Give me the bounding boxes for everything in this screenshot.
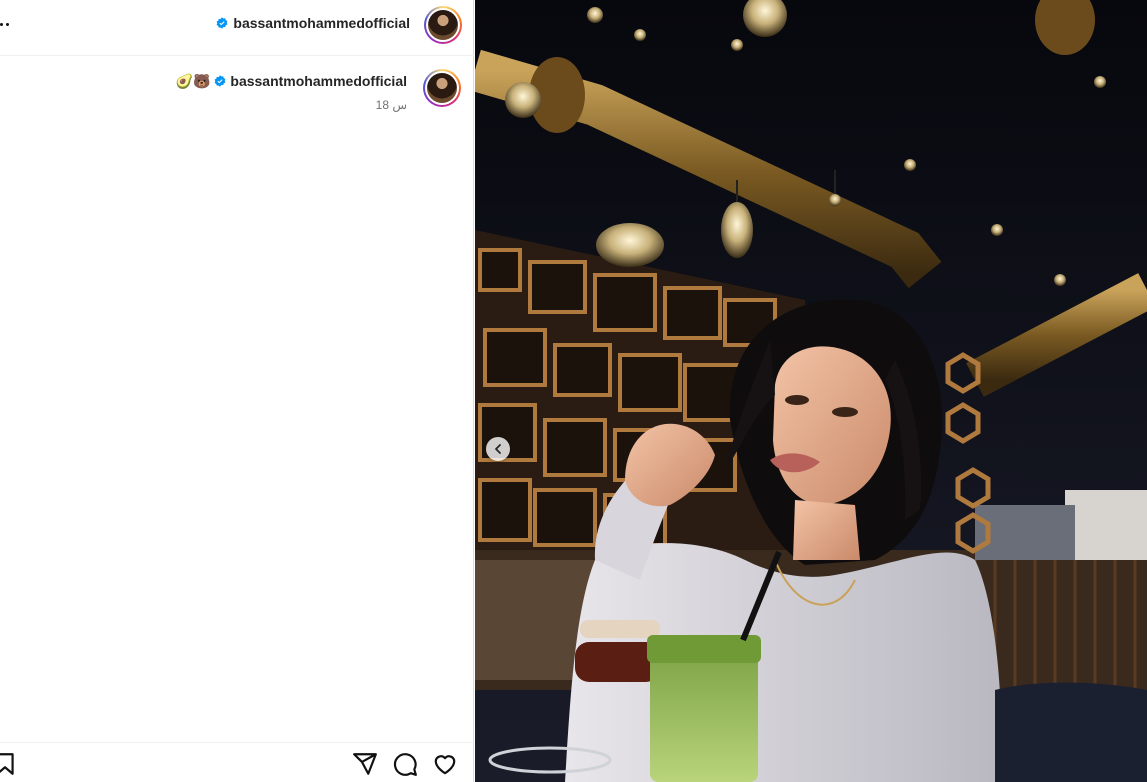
verified-badge-icon: [214, 75, 226, 87]
more-options-icon[interactable]: [0, 14, 16, 34]
verified-badge-icon: [216, 17, 228, 29]
chevron-left-icon[interactable]: [486, 437, 510, 461]
instagram-post-view: bassantmohammedofficial 🥑🐻 bassantmohamm…: [0, 0, 1147, 782]
bookmark-icon[interactable]: [0, 751, 18, 777]
header-avatar[interactable]: [424, 6, 462, 44]
header-username[interactable]: bassantmohammedofficial: [233, 15, 410, 31]
caption-username[interactable]: bassantmohammedofficial: [230, 73, 407, 89]
comment-icon[interactable]: [392, 751, 418, 777]
caption-avatar[interactable]: [423, 69, 461, 107]
post-caption: 🥑🐻 bassantmohammedofficial: [176, 73, 407, 89]
action-bar: [0, 742, 474, 782]
heart-icon[interactable]: [432, 751, 458, 777]
header-user: bassantmohammedofficial: [216, 15, 410, 31]
post-details-panel: bassantmohammedofficial 🥑🐻 bassantmohamm…: [0, 0, 474, 782]
post-photo[interactable]: [475, 0, 1147, 782]
post-photo-image: [475, 0, 1147, 782]
post-header: bassantmohammedofficial: [0, 0, 474, 56]
post-timestamp[interactable]: 18 س: [376, 98, 407, 112]
share-icon[interactable]: [352, 751, 378, 777]
caption-emojis: 🥑🐻: [175, 73, 211, 89]
